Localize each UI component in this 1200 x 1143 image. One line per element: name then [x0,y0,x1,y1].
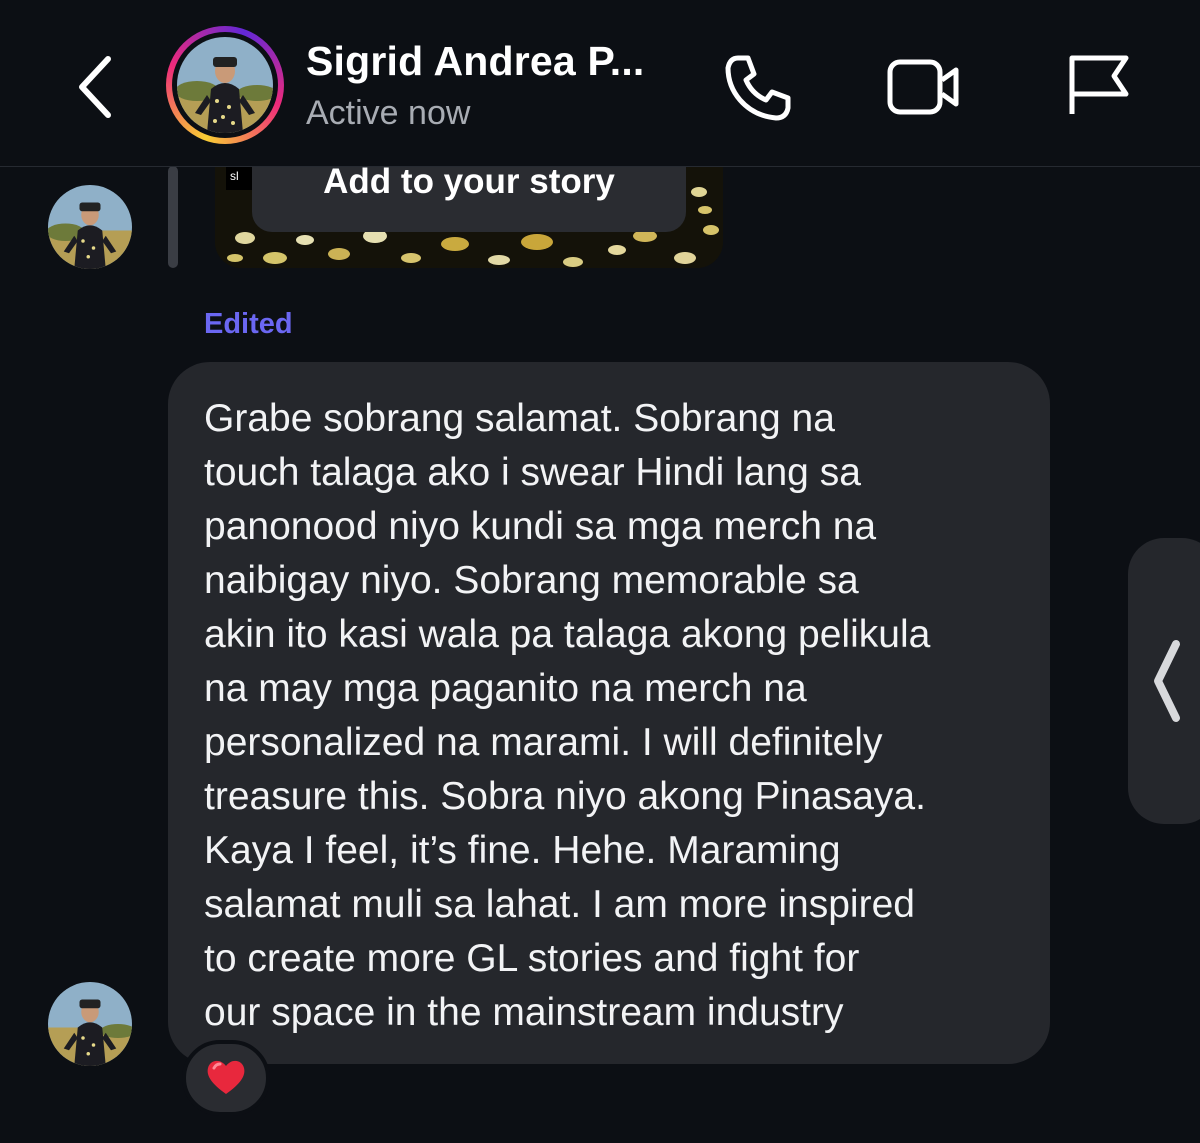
avatar-photo [48,982,132,1066]
video-camera-icon [887,59,959,115]
message-text: Grabe sobrang salamat. Sobrang na touch … [204,397,931,1034]
report-button[interactable] [1060,48,1140,128]
chat-header: Sigrid Andrea P... Active now [0,0,1200,167]
avatar-photo [48,185,132,269]
contact-avatar[interactable] [166,26,284,144]
sender-avatar[interactable] [48,982,132,1066]
add-to-story-label: Add to your story [323,162,615,201]
reply-thread-line [168,166,178,268]
chevron-left-icon [1154,640,1180,722]
sender-avatar[interactable] [48,185,132,269]
phone-icon [725,55,791,121]
side-panel-handle[interactable] [1128,538,1200,824]
active-status: Active now [306,94,471,132]
message-bubble[interactable]: Grabe sobrang salamat. Sobrang na touch … [168,362,1050,1064]
call-button[interactable] [718,48,798,128]
chevron-left-icon [79,56,111,118]
flag-icon [1069,55,1129,114]
heart-icon [207,1060,245,1094]
contact-name[interactable]: Sigrid Andrea P... [306,38,645,85]
avatar-photo [177,37,273,133]
edited-label: Edited [204,308,293,340]
story-source-tag: sl [226,166,252,190]
video-call-button[interactable] [884,48,964,128]
message-reaction[interactable]: ❤️ [182,1040,270,1116]
back-button[interactable] [62,45,126,125]
